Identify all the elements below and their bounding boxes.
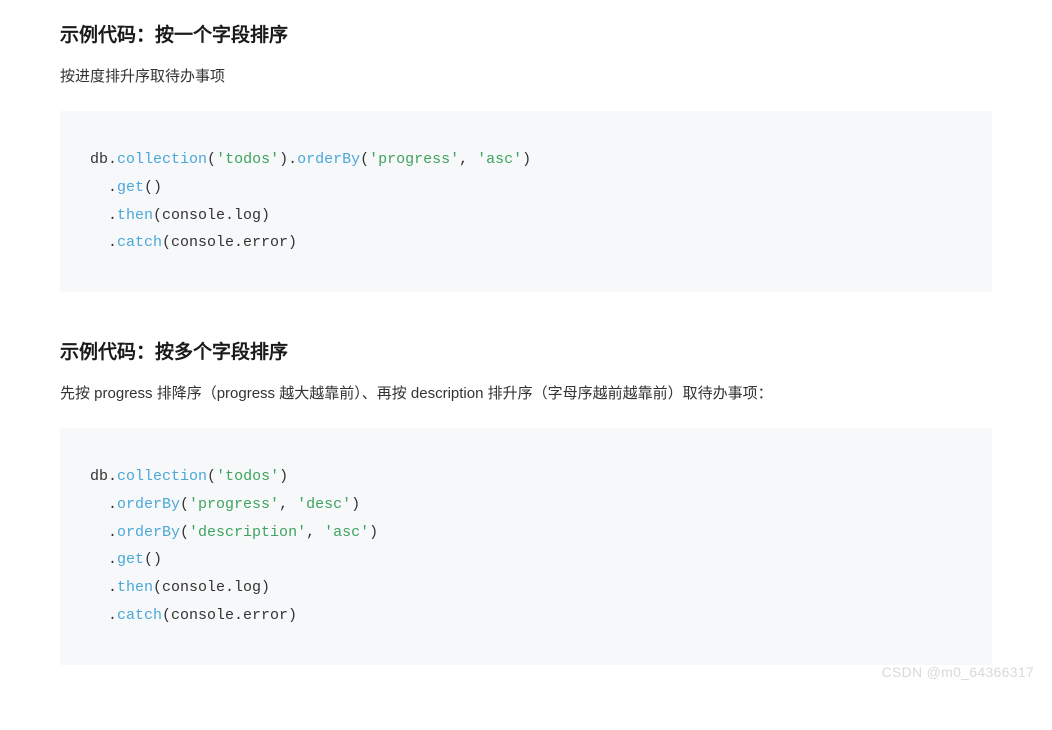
- code-token-method: catch: [117, 607, 162, 624]
- code-token-string: 'progress': [369, 151, 459, 168]
- section-single-field-sort: 示例代码：按一个字段排序 按进度排升序取待办事项 db.collection('…: [60, 20, 992, 292]
- section-multi-field-sort: 示例代码：按多个字段排序 先按 progress 排降序（progress 越大…: [60, 337, 992, 665]
- code-token-punct: .: [90, 207, 117, 224]
- code-token-punct: .: [90, 579, 117, 596]
- code-token-punct: .: [90, 496, 117, 513]
- code-token-punct: (: [180, 496, 189, 513]
- code-token-method: get: [117, 551, 144, 568]
- code-token-plain: db: [90, 468, 108, 485]
- code-token-punct: .: [90, 234, 117, 251]
- code-token-plain: (console.log): [153, 207, 270, 224]
- code-token-punct: .: [90, 607, 117, 624]
- section-description: 先按 progress 排降序（progress 越大越靠前）、再按 descr…: [60, 382, 992, 406]
- code-token-method: orderBy: [117, 524, 180, 541]
- code-token-string: 'todos': [216, 151, 279, 168]
- code-token-punct: .: [90, 524, 117, 541]
- code-token-method: get: [117, 179, 144, 196]
- code-token-method: collection: [117, 468, 207, 485]
- code-token-punct: .: [108, 151, 117, 168]
- code-block-2: db.collection('todos') .orderBy('progres…: [60, 428, 992, 665]
- code-token-string: 'progress': [189, 496, 279, 513]
- code-token-punct: (: [207, 468, 216, 485]
- code-token-punct: ): [351, 496, 360, 513]
- code-token-plain: db: [90, 151, 108, 168]
- code-token-method: then: [117, 207, 153, 224]
- code-token-plain: (console.error): [162, 607, 297, 624]
- code-token-punct: (): [144, 179, 162, 196]
- code-block-1: db.collection('todos').orderBy('progress…: [60, 111, 992, 292]
- code-token-string: 'asc': [477, 151, 522, 168]
- code-token-punct: ,: [279, 496, 297, 513]
- code-token-punct: .: [90, 551, 117, 568]
- code-token-string: 'todos': [216, 468, 279, 485]
- code-token-method: orderBy: [297, 151, 360, 168]
- code-token-punct: (: [360, 151, 369, 168]
- code-token-punct: (: [207, 151, 216, 168]
- code-token-punct: ).: [279, 151, 297, 168]
- code-token-plain: (console.error): [162, 234, 297, 251]
- code-token-string: 'asc': [324, 524, 369, 541]
- section-title: 示例代码：按多个字段排序: [60, 337, 992, 364]
- code-token-punct: ): [369, 524, 378, 541]
- code-token-punct: ): [522, 151, 531, 168]
- code-token-punct: .: [90, 179, 117, 196]
- code-token-plain: (console.log): [153, 579, 270, 596]
- code-token-string: 'desc': [297, 496, 351, 513]
- section-title: 示例代码：按一个字段排序: [60, 20, 992, 47]
- code-token-punct: ,: [306, 524, 324, 541]
- code-token-string: 'description': [189, 524, 306, 541]
- code-token-method: then: [117, 579, 153, 596]
- code-token-punct: (: [180, 524, 189, 541]
- code-token-method: collection: [117, 151, 207, 168]
- code-token-method: catch: [117, 234, 162, 251]
- code-token-punct: ,: [459, 151, 477, 168]
- section-description: 按进度排升序取待办事项: [60, 65, 992, 89]
- code-token-method: orderBy: [117, 496, 180, 513]
- code-token-punct: (): [144, 551, 162, 568]
- watermark: CSDN @m0_64366317: [882, 664, 1034, 680]
- code-token-punct: ): [279, 468, 288, 485]
- code-token-punct: .: [108, 468, 117, 485]
